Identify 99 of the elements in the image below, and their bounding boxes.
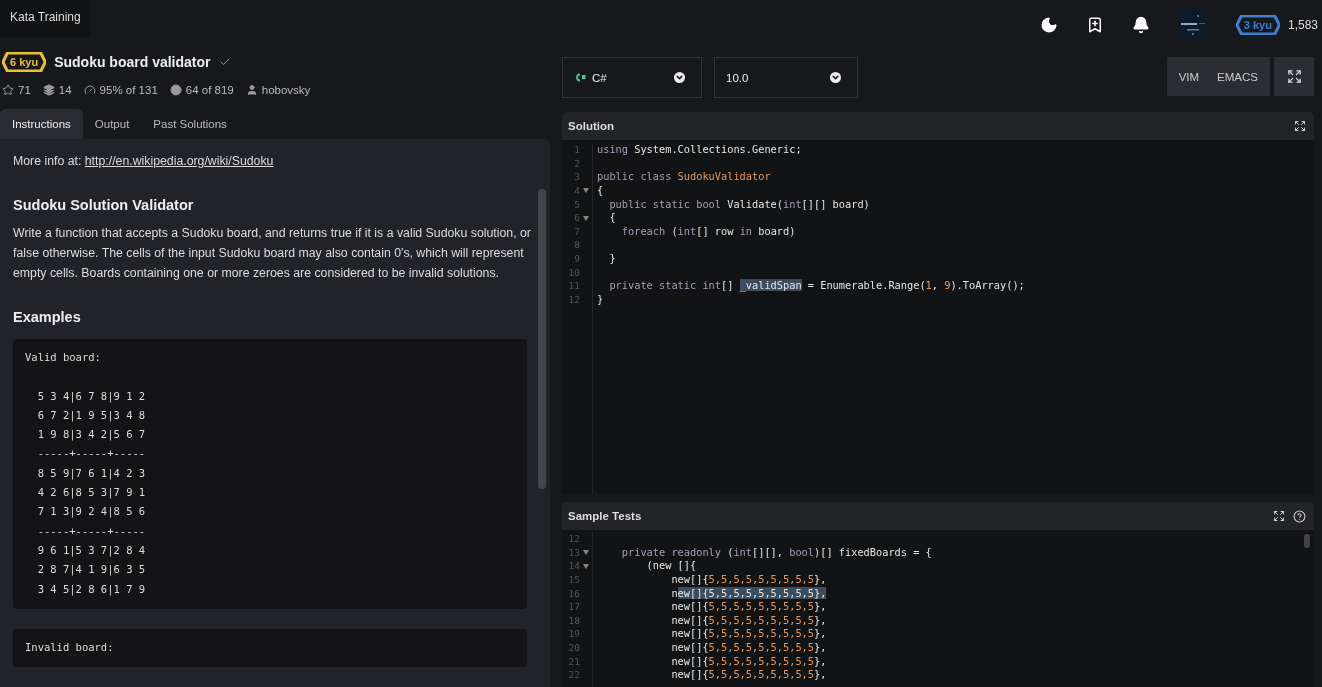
info-label: More info at: — [13, 154, 82, 168]
fold-arrow-icon[interactable] — [583, 549, 589, 555]
line-number: 9 — [573, 252, 580, 266]
expand-icon[interactable] — [1294, 120, 1306, 132]
honor-count: 1,583 — [1287, 18, 1318, 32]
description-paragraph: Write a function that accepts a Sudoku board, and returns true if it is a valid Sudoku solution, or false otherwise. The cells of the input Sudoku board may also contain 0's, which will represent empty cells. Boards containing one or more zeroes are considered to be invalid solutions. — [13, 225, 532, 282]
code-line: Valid board: — [25, 350, 102, 365]
app-title: Kata Training — [0, 0, 91, 38]
code-line: { — [608, 211, 616, 225]
bell-icon[interactable] — [1131, 16, 1150, 34]
code-line: -----+-----+----- — [36, 446, 147, 462]
rank-badge: 3 kyu — [1235, 15, 1280, 35]
code-line: new[]{5,5,5,5,5,5,5,5,5}, — [670, 668, 827, 683]
line-number: 16 — [567, 586, 580, 601]
section-heading: Sudoku Solution Validator — [13, 196, 195, 215]
version-dropdown[interactable]: 10.0 — [714, 57, 858, 98]
stat-value: 64 of 819 — [185, 84, 234, 96]
circle-icon — [169, 84, 182, 96]
code-line: 2 8 7|4 1 9|6 3 5 — [36, 562, 147, 578]
code-line: 4 2 6|8 5 3|7 9 1 — [36, 485, 147, 501]
line-number: 15 — [567, 572, 580, 587]
star-icon — [2, 84, 14, 96]
code-line: private readonly (int[][], bool)[] fixedBoards = { — [620, 545, 932, 560]
scrollbar[interactable] — [538, 189, 546, 489]
help-icon[interactable] — [1293, 509, 1306, 523]
line-number: 19 — [567, 627, 580, 642]
chevron-down-icon — [674, 72, 685, 83]
tab[interactable]: Past Solutions — [141, 109, 239, 139]
line-number: 20 — [567, 641, 580, 655]
line-number: 17 — [567, 600, 580, 614]
keymap-button[interactable]: VIM — [1170, 57, 1208, 96]
stat-value: 14 — [58, 84, 72, 96]
code-line: 1 9 8|3 4 2|5 6 7 — [36, 427, 147, 443]
panel-title: Solution — [568, 120, 614, 132]
line-number: 2 — [573, 156, 580, 171]
code-line: foreach (int[] row in board) — [620, 224, 796, 239]
line-number: 11 — [567, 279, 580, 294]
code-line: 5 3 4|6 7 8|9 1 2 — [36, 388, 147, 405]
fold-arrow-icon[interactable] — [583, 188, 589, 194]
code-line: 7 1 3|9 2 4|8 5 6 — [36, 504, 147, 520]
code-line: using System.Collections.Generic; — [597, 143, 802, 157]
code-line: private static int[] _validSpan = Enumerable.Range(1, 9).ToArray(); — [608, 279, 1025, 294]
line-number: 10 — [567, 265, 580, 280]
line-number: 12 — [567, 293, 580, 307]
code-line: new[]{5,5,5,5,5,5,5,5,5}, — [670, 627, 827, 642]
line-number: 1 — [573, 143, 580, 157]
line-number: 7 — [573, 224, 580, 239]
keymap-button[interactable]: EMACS — [1209, 57, 1266, 96]
fullscreen-button[interactable] — [1274, 57, 1314, 96]
stat-value: 71 — [18, 84, 31, 96]
expand-icon[interactable] — [1273, 509, 1285, 523]
fold-arrow-icon[interactable] — [583, 215, 589, 221]
code-line: Invalid board: — [25, 639, 115, 655]
tab[interactable]: Instructions — [0, 109, 83, 139]
user-icon — [245, 84, 258, 96]
line-number: 22 — [567, 668, 580, 683]
wikipedia-link[interactable]: http://en.wikipedia.org/wiki/Sudoku — [84, 154, 274, 168]
code-line: } — [608, 252, 616, 266]
fold-arrow-icon[interactable] — [583, 563, 589, 569]
code-line: 3 4 5|2 8 6|1 7 9 — [36, 581, 147, 598]
code-line: new[]{5,5,5,5,5,5,5,5,5}, — [670, 613, 827, 628]
line-number: 3 — [573, 170, 580, 184]
rank-badge: 6 kyu — [2, 52, 47, 72]
expand-icon — [1286, 69, 1302, 84]
gauge-icon — [83, 84, 96, 96]
code-line: -----+-----+----- — [36, 523, 147, 539]
code-line: new[]{5,5,5,5,5,5,5,5,5}, — [670, 641, 827, 655]
code-line: new[]{5,5,5,5,5,5,5,5,5}, — [670, 654, 827, 669]
language-dropdown[interactable]: C# — [562, 57, 702, 98]
code-line: public class SudokuValidator — [597, 170, 771, 184]
moon-icon[interactable] — [1039, 16, 1058, 34]
code-line: 9 6 1|5 3 7|2 8 4 — [36, 542, 147, 559]
line-number: 18 — [567, 613, 580, 628]
code-line: 8 5 9|7 6 1|4 2 3 — [36, 465, 147, 482]
line-number: 14 — [567, 559, 580, 573]
stat-value: hobovsky — [261, 84, 311, 96]
csharp-logo-icon — [574, 73, 586, 82]
code-line: { — [597, 183, 604, 198]
line-number: 13 — [567, 545, 580, 560]
line-number: 8 — [573, 238, 580, 253]
line-number: 5 — [573, 197, 580, 212]
code-line: 6 7 2|1 9 5|3 4 8 — [36, 407, 147, 424]
layers-icon — [42, 84, 55, 96]
code-line: (new []{ — [645, 559, 697, 573]
stat-value: 95% of 131 — [99, 84, 158, 96]
code-line: new[]{5,5,5,5,5,5,5,5,5}, — [670, 600, 827, 614]
kata-title: Sudoku board validator — [54, 54, 211, 70]
section-heading: Examples — [13, 308, 82, 327]
line-number: 6 — [573, 211, 580, 225]
code-line: new[]{5,5,5,5,5,5,5,5,5}, — [670, 572, 827, 587]
code-line: } — [597, 293, 604, 307]
tab[interactable]: Output — [82, 109, 142, 139]
code-line: public static bool Validate(int[][] board) — [608, 197, 870, 212]
chevron-down-icon — [830, 72, 841, 83]
panel-title: Sample Tests — [568, 510, 642, 522]
line-number: 12 — [567, 532, 580, 546]
code-line: new[]{5,5,5,5,5,5,5,5,5}, — [670, 586, 827, 601]
line-number: 21 — [567, 654, 580, 669]
scrollbar[interactable] — [1304, 534, 1310, 548]
